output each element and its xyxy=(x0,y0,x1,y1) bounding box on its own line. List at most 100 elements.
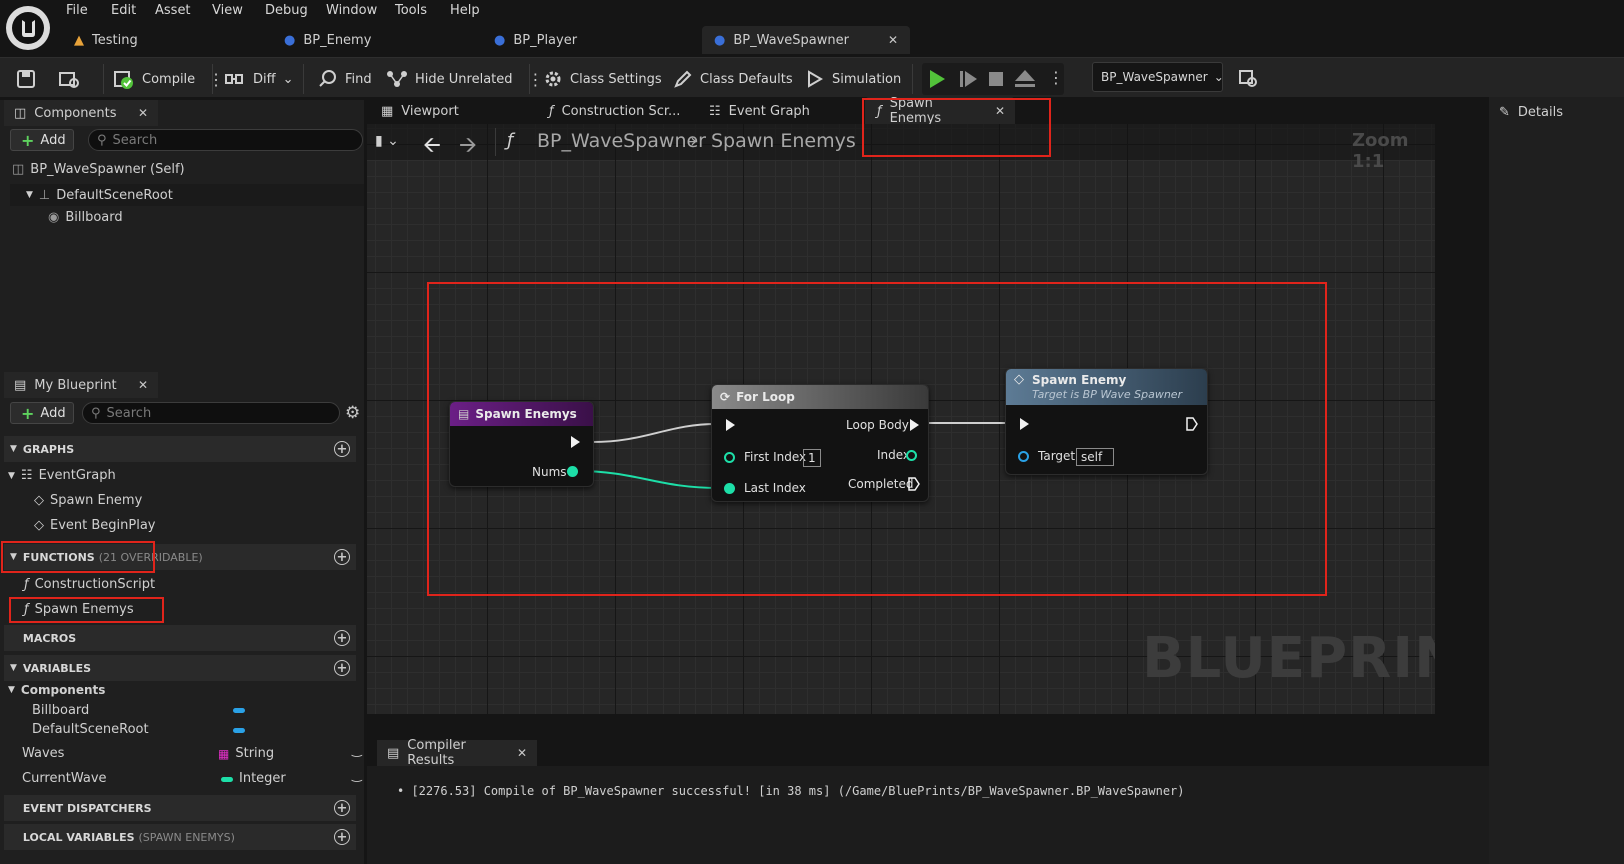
play-icon[interactable] xyxy=(930,70,945,88)
variable-item-waves[interactable]: Waves xyxy=(22,746,64,761)
visibility-eye-icon[interactable]: ‿ xyxy=(352,768,362,782)
advance-frame-icon[interactable] xyxy=(960,71,963,87)
eject-icon[interactable] xyxy=(1015,70,1035,81)
event-graph-icon: ☷ xyxy=(20,468,33,483)
section-graphs[interactable]: ▼ GRAPHS + xyxy=(4,436,356,462)
close-icon[interactable]: ✕ xyxy=(138,378,148,392)
components-panel: ◫ Components ✕ + Add ⚲ Search ◫ BP_WaveS… xyxy=(0,100,364,372)
menu-edit[interactable]: Edit xyxy=(111,3,136,18)
highlight-box xyxy=(862,98,1051,157)
graph-item-spawn-enemy[interactable]: ◇ Spawn Enemy xyxy=(34,493,142,508)
graph-canvas[interactable]: ▮ ⌄ 🡨 🡪 ƒ BP_WaveSpawner › Spawn Enemys … xyxy=(367,124,1435,714)
section-event-dispatchers[interactable]: ▼EVENT DISPATCHERS + xyxy=(4,795,356,821)
section-macros[interactable]: ▼MACROS + xyxy=(4,625,356,651)
doc-tab-bp-player[interactable]: ● BP_Player xyxy=(482,26,682,54)
function-icon: ƒ xyxy=(549,103,554,119)
search-icon: ⚲ xyxy=(97,132,107,148)
details-panel: ✎ Details xyxy=(1489,97,1624,864)
compile-options-icon[interactable]: ⋮ xyxy=(208,70,224,89)
menu-help[interactable]: Help xyxy=(450,3,480,18)
plus-icon: + xyxy=(21,403,35,423)
menu-tools[interactable]: Tools xyxy=(395,3,427,18)
variable-category-components[interactable]: ▼ Components xyxy=(8,683,105,697)
tree-item-self[interactable]: ◫ BP_WaveSpawner (Self) xyxy=(12,162,185,177)
browse-icon[interactable] xyxy=(58,66,80,92)
close-icon[interactable]: ✕ xyxy=(888,33,898,47)
compiler-message[interactable]: • [2276.53] Compile of BP_WaveSpawner su… xyxy=(397,784,1185,798)
array-type-icon: ▦ xyxy=(218,746,230,761)
simulation-button[interactable]: Simulation xyxy=(805,66,901,92)
compiler-results-tab[interactable]: ▤ Compiler Results ✕ xyxy=(377,738,537,768)
highlight-box xyxy=(1,541,155,573)
add-local-variable-icon[interactable]: + xyxy=(334,829,350,845)
add-component-button[interactable]: + Add xyxy=(10,129,74,151)
settings-gear-icon[interactable]: ⚙ xyxy=(345,403,360,423)
doc-tab-testing[interactable]: ▲ Testing xyxy=(62,26,262,54)
add-dispatcher-icon[interactable]: + xyxy=(334,800,350,816)
add-member-button[interactable]: + Add xyxy=(10,402,74,424)
doc-tab-bp-wavespawner[interactable]: ● BP_WaveSpawner ✕ xyxy=(702,26,910,54)
diff-button[interactable]: Diff ⌄ xyxy=(224,66,294,92)
variable-item-defaultsceneroot[interactable]: DefaultSceneRoot xyxy=(32,722,149,737)
find-button[interactable]: Find xyxy=(318,66,372,92)
add-graph-icon[interactable]: + xyxy=(334,441,350,457)
compiler-results-icon: ▤ xyxy=(387,745,400,761)
warning-level-icon: ▲ xyxy=(74,32,84,48)
graph-item-event-beginplay[interactable]: ◇ Event BeginPlay xyxy=(34,518,156,533)
menu-view[interactable]: View xyxy=(212,3,243,18)
add-function-icon[interactable]: + xyxy=(334,549,350,565)
add-variable-icon[interactable]: + xyxy=(334,660,350,676)
components-search-input[interactable]: ⚲ Search xyxy=(88,129,363,151)
function-icon: ƒ xyxy=(24,577,29,592)
hide-unrelated-button[interactable]: Hide Unrelated ⋮ xyxy=(386,66,544,92)
tab-event-graph[interactable]: ☷ Event Graph xyxy=(697,97,847,125)
details-tab[interactable]: ✎ Details xyxy=(1489,100,1624,124)
my-blueprint-tab[interactable]: ▤ My Blueprint ✕ xyxy=(4,372,158,398)
debug-filter-icon[interactable] xyxy=(1238,68,1258,92)
stop-icon[interactable] xyxy=(989,72,1003,86)
close-icon[interactable]: ✕ xyxy=(517,746,527,760)
unreal-logo-icon[interactable] xyxy=(6,6,50,50)
menu-asset[interactable]: Asset xyxy=(155,3,191,18)
menu-file[interactable]: File xyxy=(66,3,88,18)
menu-debug[interactable]: Debug xyxy=(265,3,308,18)
gear-icon xyxy=(545,71,561,87)
doc-tab-bp-enemy[interactable]: ● BP_Enemy xyxy=(272,26,472,54)
toolbar: Compile ⋮ Diff ⌄ Find Hide Unrelated ⋮ C… xyxy=(0,57,1624,97)
variable-item-currentwave[interactable]: CurrentWave xyxy=(22,771,107,786)
chevron-down-icon: ⌄ xyxy=(1213,70,1224,84)
compile-button[interactable]: Compile ⋮ xyxy=(113,66,224,92)
object-type-pill xyxy=(233,708,245,713)
graph-item-eventgraph[interactable]: ▼ ☷ EventGraph xyxy=(8,468,116,483)
my-blueprint-search-input[interactable]: ⚲ Search xyxy=(82,402,340,424)
save-icon[interactable] xyxy=(16,66,36,92)
play-options-icon[interactable]: ⋮ xyxy=(1048,68,1064,87)
tree-item-defaultsceneroot[interactable]: ▼ ⊥ DefaultSceneRoot xyxy=(10,184,364,206)
simulation-icon xyxy=(808,70,823,88)
function-item-constructionscript[interactable]: ƒ ConstructionScript xyxy=(24,577,155,592)
variable-item-billboard[interactable]: Billboard xyxy=(32,703,89,718)
class-settings-button[interactable]: Class Settings xyxy=(543,66,662,92)
tree-item-billboard[interactable]: ◉ Billboard xyxy=(48,210,123,225)
add-macro-icon[interactable]: + xyxy=(334,630,350,646)
event-graph-icon: ☷ xyxy=(709,103,721,119)
components-icon: ◫ xyxy=(14,105,27,121)
event-diamond-icon: ◇ xyxy=(34,493,44,508)
tab-construction-script[interactable]: ƒ Construction Scr... xyxy=(537,97,687,125)
visibility-eye-icon[interactable]: ‿ xyxy=(352,743,362,757)
billboard-icon: ◉ xyxy=(48,210,60,225)
variable-type-waves[interactable]: ▦ String xyxy=(218,746,274,761)
class-defaults-button[interactable]: Class Defaults xyxy=(673,66,793,92)
object-type-pill xyxy=(233,728,245,733)
collapse-triangle-icon: ▼ xyxy=(26,190,33,200)
section-variables[interactable]: ▼ VARIABLES + xyxy=(4,655,356,681)
tab-viewport[interactable]: ▦ Viewport xyxy=(371,97,521,125)
section-local-variables[interactable]: ▼LOCAL VARIABLES (SPAWN ENEMYS) + xyxy=(4,824,356,850)
compile-success-icon xyxy=(114,71,133,89)
close-icon[interactable]: ✕ xyxy=(138,106,148,120)
menu-window[interactable]: Window xyxy=(326,3,377,18)
event-diamond-icon: ◇ xyxy=(34,518,44,533)
components-tab[interactable]: ◫ Components ✕ xyxy=(4,100,158,126)
debug-object-select[interactable]: BP_WaveSpawner ⌄ xyxy=(1092,62,1224,92)
variable-type-currentwave[interactable]: Integer xyxy=(221,771,286,786)
